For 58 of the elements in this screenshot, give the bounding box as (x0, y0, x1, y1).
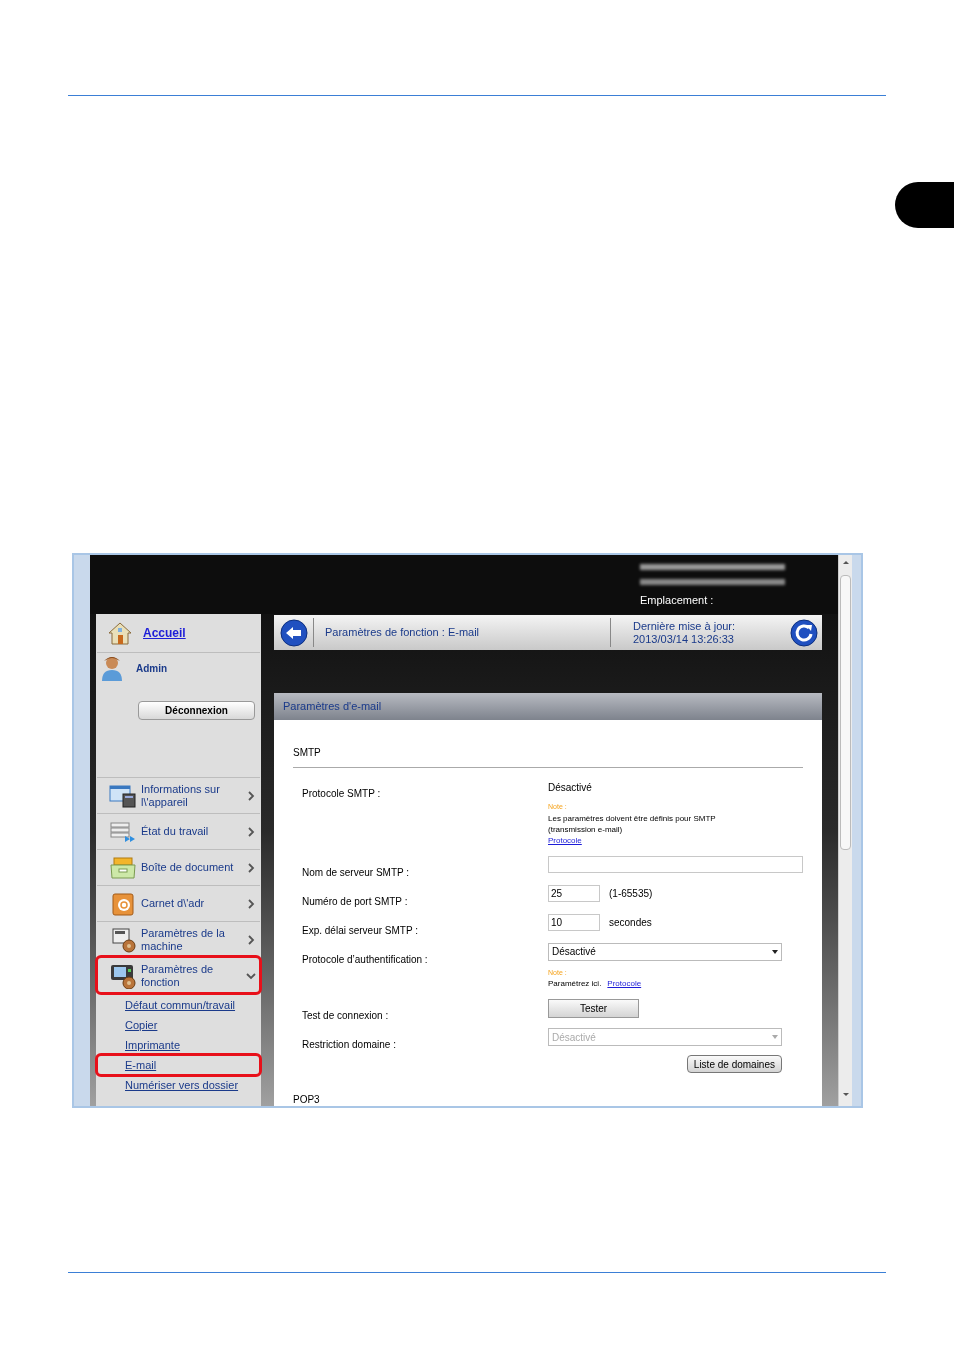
logout-button[interactable]: Déconnexion (138, 701, 255, 720)
test-button[interactable]: Tester (548, 999, 639, 1018)
sidebar-item[interactable]: Informations sur l\'appareil (97, 777, 260, 813)
stack-icon (109, 819, 137, 844)
update-time: 2013/03/14 13:26:33 (633, 632, 735, 646)
dropdown-arrow-icon (772, 949, 778, 954)
location-label: Emplacement : (640, 593, 714, 608)
user-name: Admin (136, 662, 168, 676)
machine-gear-icon (109, 926, 137, 953)
panel-gear-icon (109, 962, 137, 989)
field-label: Protocole SMTP : (302, 788, 381, 799)
field-unit: (1-65535) (609, 886, 653, 901)
dropdown-arrow-icon (772, 1035, 778, 1039)
sidebar-item[interactable]: Paramètres de fonction (97, 957, 260, 993)
chevron-right-icon (246, 899, 256, 909)
field-label: Test de connexion : (302, 1010, 389, 1021)
box-icon (109, 855, 137, 880)
panel-title: Paramètres d'e-mail (283, 699, 382, 715)
field-value: Désactivé (548, 781, 592, 795)
device-icon (109, 783, 137, 808)
field-unit: secondes (609, 915, 652, 930)
back-icon[interactable] (280, 618, 308, 647)
note-text: Les paramètres doivent être définis pour SMTP (transmission e-mail) (548, 812, 717, 835)
submenu-link[interactable]: Imprimante (97, 1035, 260, 1055)
input-field[interactable] (548, 855, 803, 873)
chevron-right-icon (246, 827, 256, 837)
submenu-link[interactable]: E-mail (97, 1055, 260, 1075)
sidebar-item[interactable]: Paramètres de la machine (97, 921, 260, 957)
chevron-down-icon (246, 971, 256, 981)
submenu-link[interactable]: Copier (97, 1015, 260, 1035)
note-text: Paramétrez ici. (548, 978, 602, 990)
input-field[interactable]: 10 (548, 913, 600, 931)
chevron-right-icon (246, 935, 256, 945)
submenu-link[interactable]: Numériser vers dossier (97, 1075, 260, 1095)
home-link[interactable]: Accueil (143, 624, 186, 642)
dropdown[interactable]: Désactivé (548, 942, 782, 961)
house-icon (107, 621, 133, 645)
sidebar-item[interactable]: Carnet d\'adr (97, 885, 260, 921)
protocol-link[interactable]: Protocole (607, 978, 642, 990)
field-label: Protocole d’authentification : (302, 953, 428, 965)
update-label: Dernière mise à jour: (633, 619, 737, 633)
refresh-icon[interactable] (790, 618, 818, 647)
field-label: Exp. délai serveur SMTP : (302, 924, 418, 936)
submenu-link[interactable]: Défaut commun/travail (97, 995, 260, 1015)
user-icon (100, 655, 124, 681)
input-field[interactable]: 25 (548, 884, 600, 902)
section-title: SMTP (293, 747, 321, 758)
field-label: Restriction domaine : (302, 1039, 396, 1050)
page-title: Paramètres de fonction : E-mail (325, 625, 481, 641)
protocol-link[interactable]: Protocole (548, 834, 763, 847)
scrollbar[interactable] (838, 555, 852, 1106)
sidebar-item[interactable]: Boîte de document (97, 849, 260, 885)
chevron-right-icon (246, 863, 256, 873)
sidebar-item[interactable]: État du travail (97, 813, 260, 849)
field-label: Numéro de port SMTP : (302, 895, 408, 907)
field-label: Nom de serveur SMTP : (302, 866, 410, 878)
chevron-right-icon (246, 791, 256, 801)
section-title: POP3 (293, 1094, 320, 1105)
